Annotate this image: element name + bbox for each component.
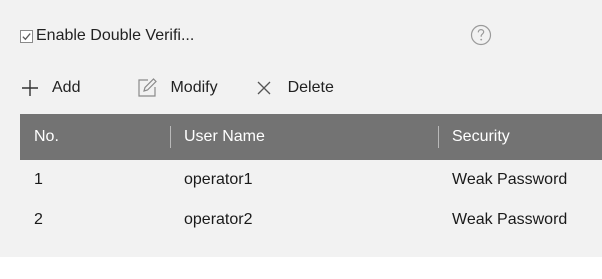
help-icon[interactable] <box>470 24 492 46</box>
cell-security: Weak Password <box>452 211 568 228</box>
edit-icon <box>138 78 158 97</box>
close-x-icon <box>257 81 271 95</box>
enable-double-verification-label: Enable Double Verifi... <box>36 27 195 44</box>
column-divider[interactable] <box>438 126 439 148</box>
column-header-user-name[interactable]: User Name <box>184 114 265 160</box>
enable-double-verification-row[interactable]: Enable Double Verifi... <box>20 26 194 46</box>
modify-button[interactable]: Modify <box>136 77 218 99</box>
table-row[interactable]: 2 operator2 Weak Password <box>20 200 602 240</box>
plus-icon <box>22 80 38 96</box>
add-button[interactable]: Add <box>20 78 80 98</box>
toolbar: Add Modify Delete <box>20 74 334 102</box>
user-table: No. User Name Security 1 operator1 Weak … <box>20 114 602 240</box>
check-icon <box>22 32 31 40</box>
cell-security: Weak Password <box>452 171 568 188</box>
footer-band <box>0 257 602 279</box>
column-divider[interactable] <box>170 126 171 148</box>
cell-user-name: operator1 <box>184 171 253 188</box>
cell-no: 2 <box>34 211 43 228</box>
column-header-no[interactable]: No. <box>34 114 59 160</box>
cell-no: 1 <box>34 171 43 188</box>
delete-button[interactable]: Delete <box>256 79 334 97</box>
table-header: No. User Name Security <box>20 114 602 160</box>
delete-button-label: Delete <box>287 79 334 96</box>
column-header-security[interactable]: Security <box>452 114 510 160</box>
add-button-label: Add <box>52 79 81 96</box>
table-row[interactable]: 1 operator1 Weak Password <box>20 160 602 200</box>
cell-user-name: operator2 <box>184 211 253 228</box>
enable-double-verification-checkbox[interactable] <box>20 29 33 43</box>
modify-button-label: Modify <box>170 79 218 96</box>
